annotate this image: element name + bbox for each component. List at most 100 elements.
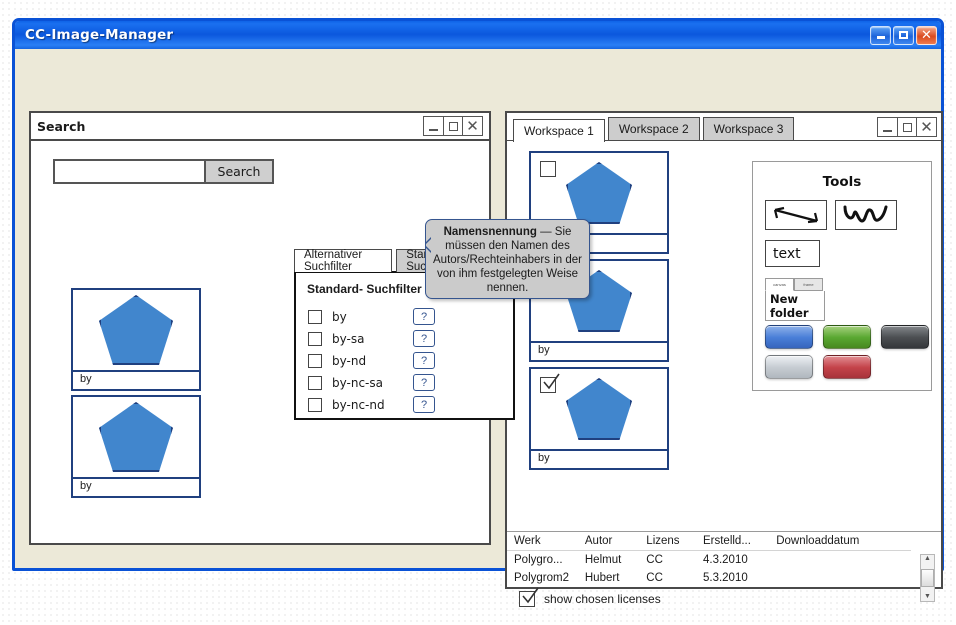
color-button-light-gray[interactable] [765, 355, 813, 379]
scroll-up-arrow-icon[interactable]: ▲ [924, 555, 931, 563]
color-button-dark-gray[interactable] [881, 325, 929, 349]
filter-label: by [332, 309, 347, 324]
tab-alternativer-suchfilter[interactable]: Alternativer Suchfilter [294, 249, 393, 273]
thumbnail-art [73, 397, 199, 477]
workspace-thumbnail[interactable]: by [529, 367, 669, 470]
pentagon-shape [566, 378, 632, 440]
folder-mini-tab-1[interactable]: canvas [765, 278, 794, 291]
arrow-tool-button[interactable] [765, 200, 827, 230]
search-button[interactable]: Search [204, 159, 274, 184]
cell-autor: Helmut [584, 554, 622, 566]
show-chosen-licenses-row: show chosen licenses [519, 587, 661, 607]
folder-mini-tab-2[interactable]: frame [794, 278, 823, 291]
tools-title: Tools [822, 174, 862, 190]
squiggle-icon [843, 205, 888, 223]
workspace-close-button[interactable]: ✕ [916, 117, 937, 137]
search-row: Search [53, 159, 274, 184]
search-panel-minimize-button[interactable] [423, 116, 444, 136]
tab-workspace-3[interactable]: Workspace 3 [702, 117, 795, 140]
minimize-button[interactable] [870, 25, 891, 45]
filter-checkbox-by[interactable] [308, 309, 322, 324]
thumbnail-license-label: by [531, 341, 667, 360]
window-title-bar: CC-Image-Manager ✕ [15, 21, 941, 49]
license-table-body: Polygro... Helmut CC 4.3.2010 Polygrom2 … [507, 551, 911, 588]
filter-row-by-sa: by-sa [308, 328, 364, 349]
tab-workspace-2[interactable]: Workspace 2 [607, 117, 700, 140]
close-icon: ✕ [920, 117, 933, 136]
scroll-down-arrow-icon[interactable]: ▼ [924, 593, 931, 601]
show-chosen-licenses-checkbox[interactable] [519, 587, 539, 607]
help-button-by[interactable]: ? [413, 308, 435, 325]
search-panel-close-button[interactable]: ✕ [462, 116, 483, 136]
cell-erstelldatum: 5.3.2010 [702, 572, 748, 584]
search-input[interactable] [53, 159, 204, 184]
tooltip-dash: — [536, 226, 555, 238]
tab-workspace-1[interactable]: Workspace 1 [513, 118, 605, 142]
column-header-autor: Autor [584, 535, 613, 547]
table-row[interactable]: Polygrom2 Hubert CC 5.3.2010 [507, 569, 911, 587]
license-table-head: Werk Autor Lizens Erstelld... Downloadda… [507, 532, 911, 551]
new-folder-widget: canvas frame New folder [765, 278, 825, 321]
filter-checkbox-by-nc-sa[interactable] [308, 375, 322, 390]
help-button-by-nd[interactable]: ? [413, 352, 435, 369]
close-icon: ✕ [921, 27, 932, 43]
thumbnail-license-label: by [531, 449, 667, 468]
thumbnail-select-checkbox[interactable] [540, 373, 560, 393]
search-panel-title: Search [37, 118, 86, 134]
tooltip-text: Namensnennung — Sie müssen den Namen des… [433, 225, 582, 295]
color-button-blue[interactable] [765, 325, 813, 349]
minimize-icon [429, 128, 438, 131]
cell-lizens: CC [646, 554, 663, 566]
search-panel-maximize-button[interactable] [442, 116, 464, 136]
help-button-by-nc-sa[interactable]: ? [413, 374, 435, 391]
tooltip-term: Namensnennung [443, 226, 537, 238]
column-header-downloaddatum: Downloaddatum [776, 535, 860, 547]
filter-checkbox-by-nd[interactable] [308, 353, 322, 368]
workspace-maximize-button[interactable] [896, 117, 918, 137]
license-table: Werk Autor Lizens Erstelld... Downloadda… [507, 532, 911, 587]
search-panel: Search ✕ Search by by Alternativer Suchf… [29, 111, 515, 545]
cell-werk: Polygro... [514, 554, 563, 566]
scrollbar-thumb[interactable] [921, 569, 934, 587]
application-title: CC-Image-Manager [25, 27, 174, 43]
maximize-button[interactable] [893, 25, 914, 45]
close-button[interactable]: ✕ [916, 25, 937, 45]
thumbnail-art [73, 290, 199, 370]
cell-autor: Hubert [584, 572, 620, 584]
pentagon-shape [99, 402, 173, 472]
search-result-thumbnail[interactable]: by [71, 288, 201, 391]
workspace-window-controls: ✕ [877, 117, 937, 137]
workspace-tab-bar: Workspace 1 Workspace 2 Workspace 3 ✕ [507, 113, 941, 142]
table-row[interactable]: Polygro... Helmut CC 4.3.2010 [507, 551, 911, 570]
filter-checkbox-by-sa[interactable] [308, 331, 322, 346]
new-folder-label[interactable]: New folder [765, 291, 825, 321]
close-icon: ✕ [466, 116, 479, 135]
filter-row-by-nc-sa: by-nc-sa [308, 372, 383, 393]
show-chosen-licenses-label: show chosen licenses [544, 592, 661, 606]
filter-label: by-sa [332, 331, 365, 346]
window-controls: ✕ [870, 25, 937, 45]
maximize-icon [448, 121, 458, 131]
search-panel-window-controls: ✕ [423, 116, 483, 136]
search-result-thumbnail[interactable]: by [71, 395, 201, 498]
filter-checkbox-by-nc-nd[interactable] [308, 397, 322, 412]
search-panel-header: Search ✕ [31, 113, 489, 141]
cell-werk: Polygrom2 [514, 572, 569, 584]
filter-row-by-nd: by-nd [308, 350, 366, 371]
squiggle-tool-button[interactable] [835, 200, 897, 230]
text-tool-button[interactable]: text [765, 240, 820, 267]
thumbnail-license-label: by [73, 477, 199, 496]
application-window: CC-Image-Manager ✕ Search ✕ Search by by… [12, 18, 944, 607]
color-button-red[interactable] [823, 355, 871, 379]
minimize-icon [883, 129, 892, 132]
workspace-panel: Workspace 1 Workspace 2 Workspace 3 ✕ by… [505, 111, 943, 607]
color-button-green[interactable] [823, 325, 871, 349]
table-scrollbar[interactable]: ▲ ▼ [920, 554, 935, 602]
filter-row-by-nc-nd: by-nc-nd [308, 394, 385, 415]
help-button-by-sa[interactable]: ? [413, 330, 435, 347]
thumbnail-select-checkbox[interactable] [540, 161, 556, 177]
workspace-minimize-button[interactable] [877, 117, 898, 137]
help-button-by-nc-nd[interactable]: ? [413, 396, 435, 413]
filter-label: by-nd [332, 353, 367, 368]
filter-label: by-nc-nd [332, 397, 385, 412]
